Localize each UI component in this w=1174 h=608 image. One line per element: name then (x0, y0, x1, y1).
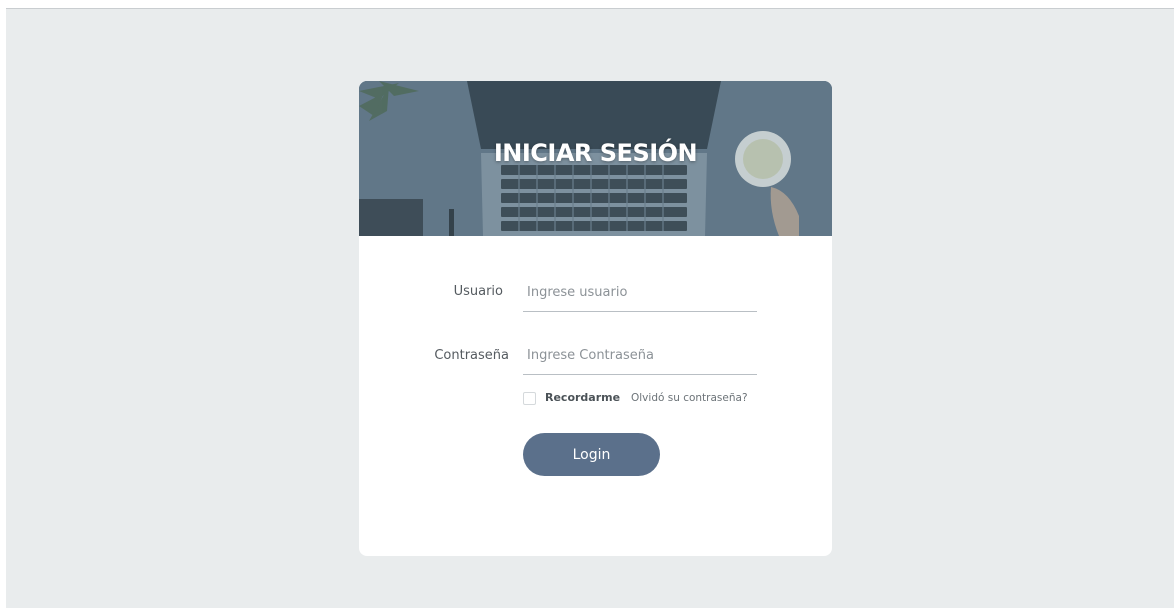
username-input[interactable] (523, 274, 757, 312)
login-card: INICIAR SESIÓN Usuario Contraseña Record… (359, 81, 832, 556)
password-label: Contraseña (434, 348, 509, 363)
remember-label[interactable]: Recordarme (545, 391, 620, 404)
password-input[interactable] (523, 337, 757, 375)
remember-checkbox[interactable] (523, 392, 536, 405)
page-title: INICIAR SESIÓN (493, 139, 698, 167)
forgot-password-link[interactable]: Olvidó su contraseña? (631, 392, 748, 404)
username-label: Usuario (453, 284, 503, 299)
login-button[interactable]: Login (523, 433, 660, 476)
page-background: INICIAR SESIÓN Usuario Contraseña Record… (6, 8, 1174, 608)
header-banner: INICIAR SESIÓN (359, 81, 832, 236)
